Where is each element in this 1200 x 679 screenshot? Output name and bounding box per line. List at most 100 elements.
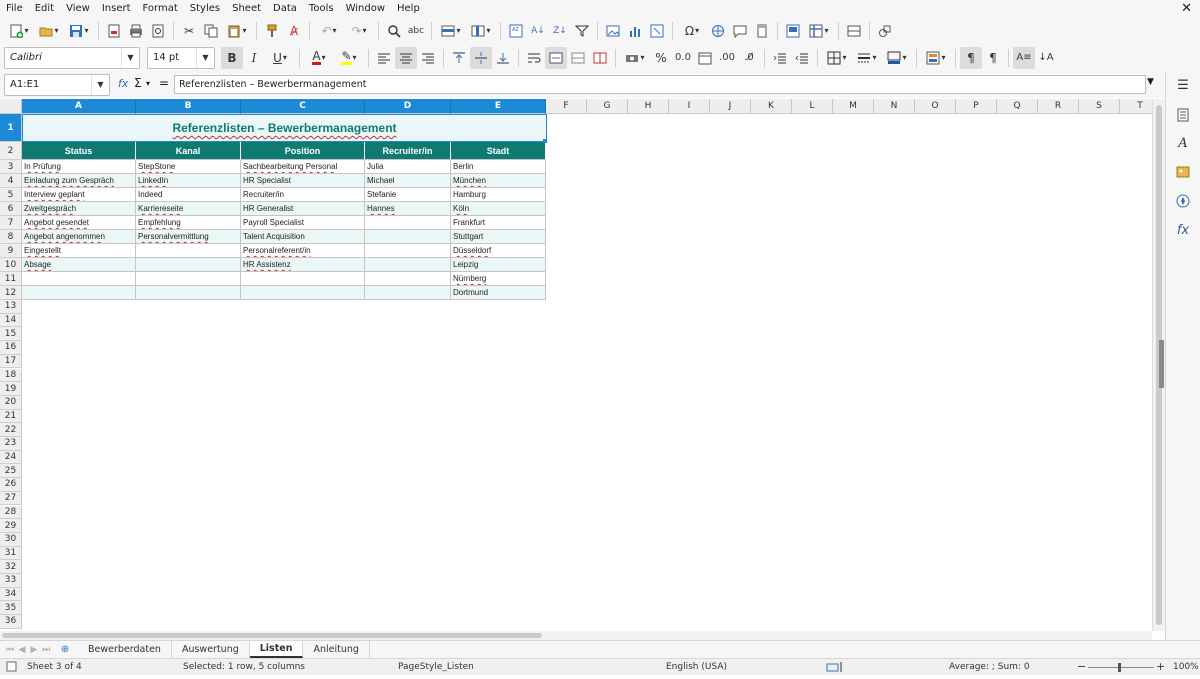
print-preview-icon[interactable] <box>147 20 169 42</box>
tab-listen[interactable]: Listen <box>249 641 304 658</box>
row-header[interactable]: 27 <box>0 491 22 506</box>
table-cell[interactable]: Eingestellt <box>22 244 136 258</box>
table-cell[interactable]: Angebot angenommen <box>22 230 136 244</box>
decrease-indent-icon[interactable] <box>791 47 813 69</box>
row-header[interactable]: 26 <box>0 478 22 492</box>
table-cell[interactable] <box>136 286 241 300</box>
table-cell[interactable]: Recruiter/in <box>241 188 365 202</box>
table-cell[interactable]: HR Generalist <box>241 202 365 216</box>
column-header[interactable]: E <box>451 99 546 114</box>
table-cell[interactable]: StepStone <box>136 160 241 174</box>
add-decimal-icon[interactable]: .00 <box>716 47 738 69</box>
zoom-slider[interactable] <box>1088 667 1154 668</box>
selection-mode-icon[interactable] <box>826 659 844 679</box>
horizontal-scrollbar[interactable] <box>0 631 1152 640</box>
table-cell[interactable]: Frankfurt <box>451 216 546 230</box>
column-heading-cell[interactable]: Recruiter/in <box>365 142 451 160</box>
row-header[interactable]: 32 <box>0 560 22 574</box>
print-icon[interactable] <box>125 20 147 42</box>
table-cell[interactable]: Köln <box>451 202 546 216</box>
merge-center-icon[interactable] <box>545 46 567 69</box>
define-print-area-icon[interactable] <box>782 20 804 42</box>
row-header[interactable]: 3 <box>0 160 22 174</box>
table-cell[interactable]: Angebot gesendet <box>22 216 136 230</box>
new-document-icon[interactable] <box>4 20 34 42</box>
split-window-icon[interactable] <box>843 20 865 42</box>
table-cell[interactable]: Nürnberg <box>451 272 546 286</box>
conditional-format-icon[interactable] <box>921 47 951 69</box>
select-all-corner[interactable] <box>0 99 22 114</box>
table-cell[interactable]: Sachbearbeitung Personal <box>241 160 365 174</box>
navigator-icon[interactable] <box>1174 192 1192 210</box>
row-header[interactable]: 16 <box>0 341 22 355</box>
formula-input[interactable]: Referenzlisten – Bewerbermanagement <box>174 75 1146 94</box>
zoom-slider-knob[interactable] <box>1118 663 1121 672</box>
row-header[interactable]: 36 <box>0 615 22 629</box>
table-cell[interactable] <box>22 286 136 300</box>
row-header[interactable]: 4 <box>0 174 22 188</box>
autofilter-icon[interactable] <box>571 20 593 42</box>
table-cell[interactable]: Empfehlung <box>136 216 241 230</box>
row-header[interactable]: 34 <box>0 587 22 602</box>
row-header[interactable]: 19 <box>0 382 22 396</box>
clone-formatting-icon[interactable] <box>261 20 283 42</box>
column-heading-cell[interactable]: Status <box>22 142 136 160</box>
row-header[interactable]: 22 <box>0 423 22 437</box>
row-header[interactable]: 12 <box>0 286 22 300</box>
table-cell[interactable]: Interview geplant <box>22 188 136 202</box>
paste-icon[interactable] <box>222 20 252 42</box>
menu-edit[interactable]: Edit <box>29 0 60 17</box>
currency-format-icon[interactable] <box>620 47 650 69</box>
table-cell[interactable]: Einladung zum Gespräch <box>22 174 136 188</box>
number-format-icon[interactable]: 0.0 <box>672 47 694 69</box>
date-format-icon[interactable] <box>694 47 716 69</box>
column-header[interactable]: S <box>1079 99 1120 114</box>
row-header[interactable]: 23 <box>0 437 22 451</box>
merge-cells-icon[interactable] <box>567 47 589 69</box>
delete-decimal-icon[interactable]: .0̸ <box>738 47 760 69</box>
row-header[interactable]: 6 <box>0 202 22 216</box>
column-header[interactable]: M <box>833 99 874 114</box>
row-header[interactable]: 33 <box>0 574 22 588</box>
zoom-level[interactable]: 100% <box>1173 659 1199 675</box>
unmerge-cells-icon[interactable] <box>589 47 611 69</box>
border-color-icon[interactable] <box>882 47 912 69</box>
tab-bewerberdaten[interactable]: Bewerberdaten <box>78 641 172 658</box>
column-header[interactable]: D <box>365 99 451 114</box>
gallery-icon[interactable] <box>1174 163 1192 181</box>
column-heading-cell[interactable]: Kanal <box>136 142 241 160</box>
table-cell[interactable] <box>136 244 241 258</box>
table-cell[interactable] <box>365 258 451 272</box>
hyperlink-icon[interactable] <box>707 20 729 42</box>
selection-handle[interactable] <box>543 139 547 143</box>
menu-tools[interactable]: Tools <box>303 0 340 17</box>
menu-sheet[interactable]: Sheet <box>226 0 267 17</box>
column-header[interactable]: K <box>751 99 792 114</box>
italic-button[interactable]: I <box>243 47 265 69</box>
table-cell[interactable]: LinkedIn <box>136 174 241 188</box>
chevron-down-icon[interactable]: ▼ <box>121 47 139 68</box>
row-header[interactable]: 14 <box>0 313 22 328</box>
zoom-in-icon[interactable]: + <box>1156 659 1165 675</box>
undo-icon[interactable]: ↶ <box>314 20 344 42</box>
row-header[interactable]: 5 <box>0 188 22 202</box>
row-header[interactable]: 21 <box>0 409 22 424</box>
align-bottom-icon[interactable] <box>492 47 514 69</box>
table-cell[interactable]: München <box>451 174 546 188</box>
column-header[interactable]: P <box>956 99 997 114</box>
headers-footers-icon[interactable] <box>751 20 773 42</box>
table-cell[interactable]: Payroll Specialist <box>241 216 365 230</box>
export-pdf-icon[interactable] <box>103 20 125 42</box>
font-size-box[interactable]: 14 pt ▼ <box>147 46 215 69</box>
table-cell[interactable] <box>22 272 136 286</box>
table-cell[interactable]: Indeed <box>136 188 241 202</box>
chevron-down-icon[interactable]: ▼ <box>196 47 214 68</box>
increase-indent-icon[interactable] <box>769 47 791 69</box>
title-merged-cell[interactable]: Referenzlisten – Bewerbermanagement <box>22 114 547 142</box>
show-draw-functions-icon[interactable] <box>874 20 896 42</box>
sidebar-menu-icon[interactable]: ☰ <box>1174 76 1192 94</box>
table-cell[interactable] <box>365 244 451 258</box>
bold-button[interactable]: B <box>221 46 243 69</box>
align-center-icon[interactable] <box>395 46 417 69</box>
menu-styles[interactable]: Styles <box>184 0 226 17</box>
